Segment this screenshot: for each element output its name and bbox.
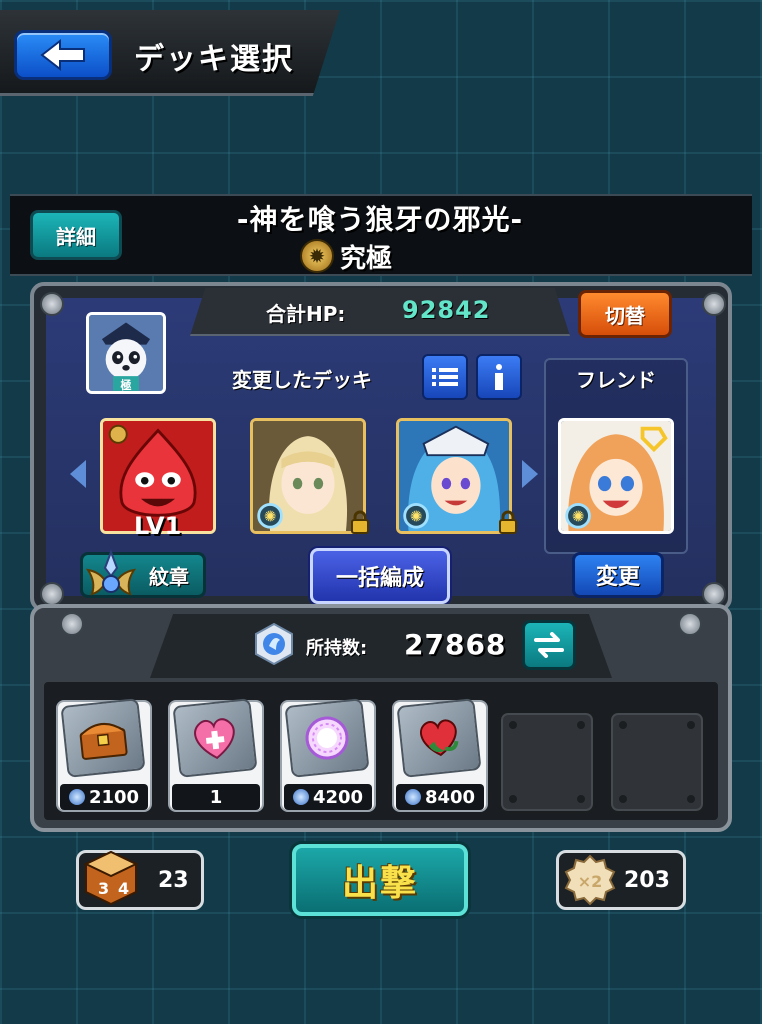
blonde-girl-monster-icon: ✺ [253,421,363,531]
sortie-button[interactable]: 出撃 [292,844,468,916]
empty-item-slot[interactable] [608,710,706,814]
deck-info-button[interactable] [476,354,522,400]
hp-bar [190,288,570,336]
swap-arrows-icon [534,632,564,658]
svg-text:極: 極 [119,378,131,391]
leader-avatar[interactable]: 極 [86,312,166,394]
item-icon-frame [284,698,370,778]
stamina-cube-icon: 3 4 [83,850,139,906]
svg-text:3: 3 [98,879,109,898]
sortie-label: 出撃 [341,863,418,904]
treasure-chest-icon [79,723,128,760]
item-cost: 2100 [60,784,148,810]
panel-bolt [702,292,726,316]
mini-orb-icon [404,789,421,805]
ticket-value: 203 [624,868,670,893]
item-cost-value: 1 [209,786,223,808]
item-icon-frame [172,698,258,778]
orb-icon [255,622,293,666]
monster-slot-3[interactable]: ✺ [396,418,512,534]
svg-text:✺: ✺ [264,508,277,526]
back-arrow-icon [40,38,85,72]
next-deck-arrow-icon[interactable] [522,460,538,488]
emblem-wings-icon [85,549,137,596]
friend-change-button[interactable]: 変更 [572,552,664,598]
orange-hair-girl-monster-icon: ✺ [561,421,671,531]
item-cost: 1 [172,784,260,810]
orb-count: 27868 [404,628,507,661]
item-icon-frame [396,698,482,778]
quest-title: -神を喰う狼牙の邪光- [236,203,524,236]
item-cost: 4200 [284,784,372,810]
item-cost-value: 8400 [424,786,476,808]
hp-label: 合計HP: [266,302,346,326]
item-cost: 8400 [396,784,484,810]
empty-item-slot[interactable] [498,710,596,814]
lock-icon [499,510,517,534]
orb-count-label: 所持数: [306,638,368,659]
panel-bolt [40,292,64,316]
prev-deck-arrow-icon[interactable] [70,460,86,488]
magic-orb-icon [305,716,349,760]
svg-text:×2: ×2 [578,872,603,891]
item-icon-frame [60,698,146,778]
monster-slot-2[interactable]: ✺ [250,418,366,534]
page-title: デッキ選択 [134,42,294,77]
item-cost-value: 2100 [88,786,140,808]
svg-text:4: 4 [118,879,129,898]
hp-value: 92842 [402,296,491,324]
svg-text:✺: ✺ [410,508,423,526]
stamina-value: 23 [158,868,189,893]
friend-label: フレンド [576,368,656,392]
panel-bolt [702,582,726,606]
mini-orb-icon [292,789,309,805]
info-icon [495,364,503,390]
item-cost-value: 4200 [312,786,364,808]
panel-bolt [678,612,702,636]
back-button[interactable] [14,30,112,80]
difficulty-label: 究極 [340,243,393,274]
speed-ticket-icon: ×2 [564,854,616,906]
heart-bomb-icon [420,719,459,757]
lock-icon [351,510,369,534]
batch-organize-button[interactable]: 一括編成 [310,548,450,604]
svg-text:✺: ✺ [572,508,585,526]
quest-detail-button[interactable]: 詳細 [30,210,122,260]
blue-hair-monster-icon: ✺ [399,421,509,531]
friend-monster-slot[interactable]: ✺ [558,418,674,534]
switch-button[interactable]: 切替 [578,290,672,338]
emblem-label: 紋章 [149,564,189,589]
mini-orb-icon [68,789,85,805]
panel-bolt [60,612,84,636]
heart-plus-icon [194,718,235,760]
panda-avatar-icon: 極 [89,315,163,391]
slot-1-level: LV1 [134,512,182,540]
difficulty-row: ✹ 究極 [300,236,460,276]
deck-name: 変更したデッキ [232,368,372,392]
deck-list-button[interactable] [422,354,468,400]
panel-bolt [40,582,64,606]
list-icon [432,368,458,386]
difficulty-star-icon: ✹ [300,239,334,273]
exchange-button[interactable] [522,620,576,670]
